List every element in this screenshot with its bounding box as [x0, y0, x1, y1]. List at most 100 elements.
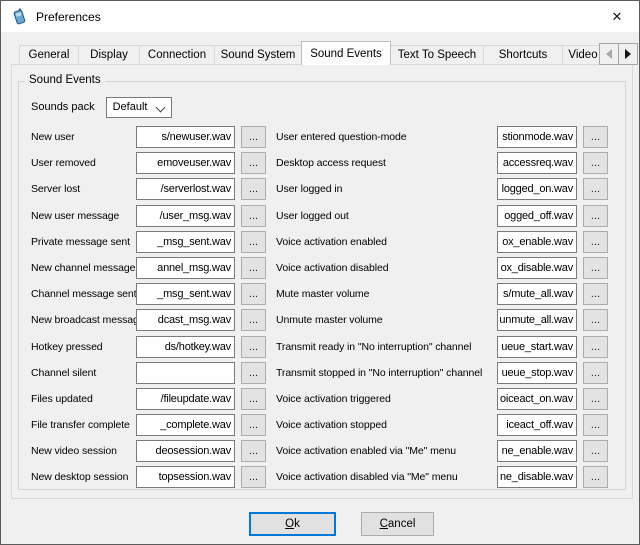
sound-file-input[interactable]: iceact_off.wav [497, 414, 577, 436]
browse-button[interactable]: ... [583, 283, 608, 305]
sound-file-input[interactable]: ox_enable.wav [497, 231, 577, 253]
sound-file-input[interactable]: ueue_stop.wav [497, 362, 577, 384]
sound-file-input[interactable]: ueue_start.wav [497, 336, 577, 358]
browse-button[interactable]: ... [241, 178, 266, 200]
sound-file-path: ueue_stop.wav [502, 367, 573, 379]
sound-file-input[interactable]: dcast_msg.wav [136, 309, 235, 331]
sound-file-input[interactable]: topsession.wav [136, 466, 235, 488]
sound-event-row: New video sessiondeosession.wav... [31, 440, 266, 462]
tab-display[interactable]: Display [78, 45, 140, 65]
sound-events-col-left: New users/newuser.wav...User removedemov… [31, 126, 266, 493]
sound-event-row: File transfer complete_complete.wav... [31, 414, 266, 436]
sound-file-input[interactable]: logged_on.wav [497, 178, 577, 200]
sound-event-label: User logged in [276, 183, 497, 195]
sounds-pack-dropdown[interactable]: Default [106, 97, 172, 118]
browse-button[interactable]: ... [241, 231, 266, 253]
cancel-button[interactable]: Cancel [361, 512, 434, 536]
tab-scroll-left-button[interactable] [599, 43, 619, 65]
browse-button[interactable]: ... [583, 152, 608, 174]
browse-button[interactable]: ... [583, 309, 608, 331]
browse-button[interactable]: ... [583, 414, 608, 436]
browse-button[interactable]: ... [583, 336, 608, 358]
sound-file-input[interactable]: _complete.wav [136, 414, 235, 436]
sound-event-row: Voice activation enabledox_enable.wav... [276, 231, 608, 253]
sound-file-input[interactable]: ox_disable.wav [497, 257, 577, 279]
sound-event-row: Files updated/fileupdate.wav... [31, 388, 266, 410]
sound-file-input[interactable]: ne_disable.wav [497, 466, 577, 488]
sound-event-row: User entered question-modestionmode.wav.… [276, 126, 608, 148]
browse-button[interactable]: ... [241, 152, 266, 174]
tab-sound-events[interactable]: Sound Events [301, 41, 391, 65]
browse-button[interactable]: ... [583, 231, 608, 253]
tab-scroll-right-icon [625, 49, 631, 59]
sound-file-input[interactable]: unmute_all.wav [497, 309, 577, 331]
browse-button[interactable]: ... [241, 440, 266, 462]
browse-button[interactable]: ... [241, 466, 266, 488]
tab-sound-system[interactable]: Sound System [214, 45, 302, 65]
browse-button[interactable]: ... [583, 440, 608, 462]
sound-file-path: topsession.wav [159, 471, 231, 483]
tab-scroll-left-icon [606, 49, 612, 59]
sound-file-input[interactable]: annel_msg.wav [136, 257, 235, 279]
close-icon[interactable]: ✕ [601, 1, 633, 32]
sound-file-input[interactable]: /serverlost.wav [136, 178, 235, 200]
sound-file-input[interactable]: s/mute_all.wav [497, 283, 577, 305]
sound-file-input[interactable]: /user_msg.wav [136, 205, 235, 227]
tab-shortcuts[interactable]: Shortcuts [483, 45, 563, 65]
tab-text-to-speech[interactable]: Text To Speech [390, 45, 484, 65]
sound-file-path: s/mute_all.wav [503, 288, 573, 300]
tab-general[interactable]: General [19, 45, 79, 65]
sound-file-input[interactable]: ne_enable.wav [497, 440, 577, 462]
tab-video[interactable]: Video [562, 45, 604, 65]
sound-event-row: Channel message sent_msg_sent.wav... [31, 283, 266, 305]
sound-event-label: Desktop access request [276, 157, 497, 169]
sound-file-input[interactable]: ds/hotkey.wav [136, 336, 235, 358]
ok-button[interactable]: Ok [249, 512, 336, 536]
app-icon [10, 8, 28, 26]
sound-file-path: ne_enable.wav [502, 445, 573, 457]
sound-file-input[interactable]: oiceact_on.wav [497, 388, 577, 410]
browse-button[interactable]: ... [241, 126, 266, 148]
tab-connection[interactable]: Connection [139, 45, 215, 65]
browse-button[interactable]: ... [583, 178, 608, 200]
browse-button[interactable]: ... [241, 309, 266, 331]
sound-file-path: _msg_sent.wav [157, 288, 231, 300]
sound-event-row: Mute master volumes/mute_all.wav... [276, 283, 608, 305]
sound-file-input[interactable] [136, 362, 235, 384]
sound-file-path: logged_on.wav [502, 183, 573, 195]
browse-button[interactable]: ... [241, 362, 266, 384]
sound-file-input[interactable]: _msg_sent.wav [136, 283, 235, 305]
sound-file-input[interactable]: emoveuser.wav [136, 152, 235, 174]
sound-file-input[interactable]: accessreq.wav [497, 152, 577, 174]
browse-button[interactable]: ... [241, 388, 266, 410]
browse-button[interactable]: ... [583, 205, 608, 227]
sound-event-row: New broadcast messagedcast_msg.wav... [31, 309, 266, 331]
browse-button[interactable]: ... [241, 283, 266, 305]
tab-scroll-right-button[interactable] [618, 43, 638, 65]
sound-file-path: ds/hotkey.wav [165, 341, 231, 353]
browse-button[interactable]: ... [583, 388, 608, 410]
sound-event-label: New broadcast message [31, 314, 136, 326]
sound-event-row: User removedemoveuser.wav... [31, 152, 266, 174]
browse-button[interactable]: ... [241, 414, 266, 436]
sound-file-input[interactable]: deosession.wav [136, 440, 235, 462]
sounds-pack-value: Default [113, 101, 148, 113]
browse-button[interactable]: ... [583, 466, 608, 488]
sound-file-path: ogged_off.wav [504, 210, 573, 222]
sound-file-path: oiceact_on.wav [500, 393, 573, 405]
sound-file-input[interactable]: s/newuser.wav [136, 126, 235, 148]
sound-file-input[interactable]: stionmode.wav [497, 126, 577, 148]
browse-button[interactable]: ... [583, 257, 608, 279]
sound-event-row: User logged in logged_on.wav... [276, 178, 608, 200]
sound-event-row: Voice activation disabledox_disable.wav.… [276, 257, 608, 279]
sound-file-input[interactable]: /fileupdate.wav [136, 388, 235, 410]
browse-button[interactable]: ... [241, 257, 266, 279]
sound-file-input[interactable]: ogged_off.wav [497, 205, 577, 227]
sound-event-row: Desktop access requestaccessreq.wav... [276, 152, 608, 174]
sound-file-input[interactable]: _msg_sent.wav [136, 231, 235, 253]
sound-file-path: ox_enable.wav [502, 236, 573, 248]
browse-button[interactable]: ... [241, 336, 266, 358]
browse-button[interactable]: ... [583, 362, 608, 384]
browse-button[interactable]: ... [583, 126, 608, 148]
browse-button[interactable]: ... [241, 205, 266, 227]
